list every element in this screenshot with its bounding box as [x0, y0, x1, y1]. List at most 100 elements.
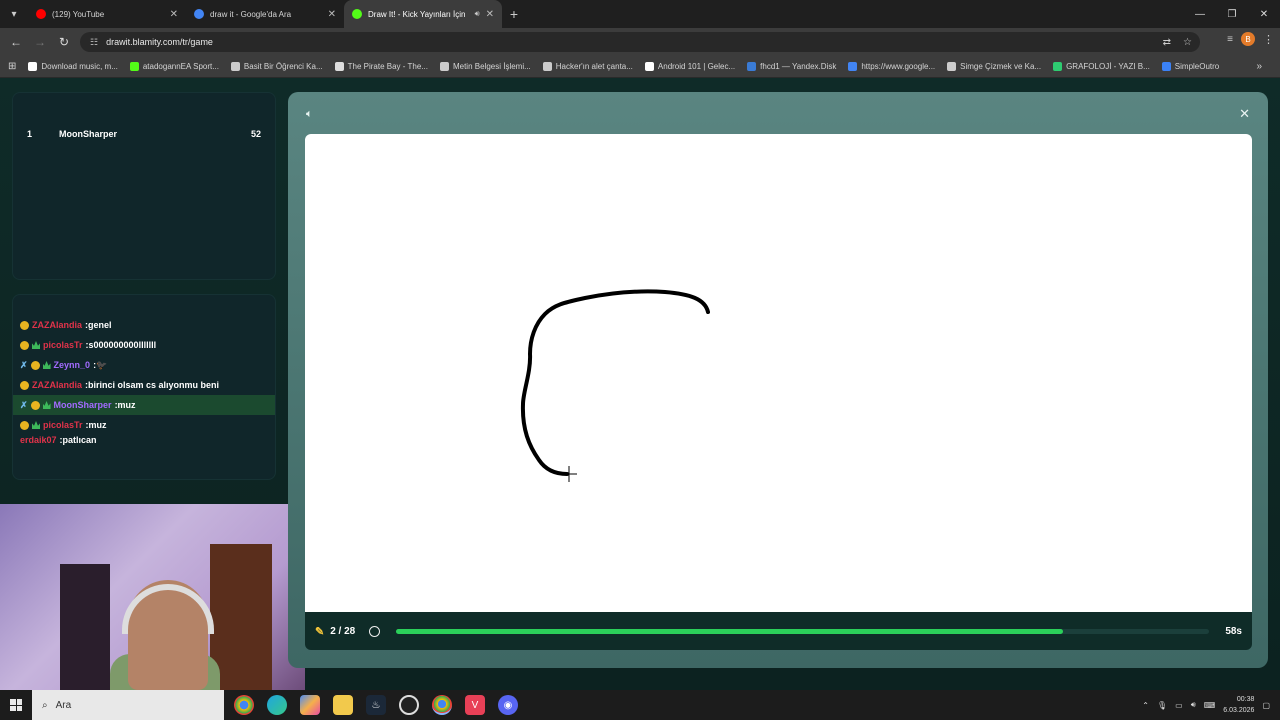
new-tab-button[interactable]: +: [502, 6, 526, 22]
search-placeholder: Ara: [55, 699, 72, 711]
microphone-icon[interactable]: 🎙︎: [1157, 701, 1167, 710]
leaderboard-rank: 1: [27, 129, 33, 139]
media-control-icon[interactable]: ≡: [1227, 34, 1233, 45]
bookmark-favicon-icon: [334, 62, 344, 71]
chrome-icon[interactable]: [234, 695, 254, 715]
drawn-stroke: [520, 289, 710, 476]
coin-badge-icon: [30, 360, 40, 370]
draw-game-modal: 🔈︎ ✕ ✎ 2 / 28 58s: [288, 92, 1268, 668]
copilot-icon[interactable]: [300, 695, 320, 715]
browser-tab[interactable]: (129) YouTube ✕: [28, 0, 186, 28]
chat-text: :birinci olsam cs alıyonmu beni: [85, 380, 220, 390]
chat-text: :s000000000lllllll: [85, 340, 157, 350]
bookmark-item[interactable]: SimpleOutro: [1161, 62, 1220, 71]
chat-username[interactable]: ZAZAlandia: [32, 320, 82, 330]
language-icon[interactable]: ⌨: [1204, 701, 1216, 710]
url-text: drawit.blamity.com/tr/game: [106, 37, 213, 47]
sound-icon[interactable]: 🔈︎: [306, 108, 313, 121]
translate-icon[interactable]: ⇄: [1163, 37, 1171, 48]
drawing-canvas[interactable]: [305, 134, 1252, 612]
reload-icon[interactable]: ↻: [54, 32, 74, 52]
leaderboard-panel: 1 MoonSharper 52: [12, 92, 276, 280]
site-info-icon[interactable]: ☷: [90, 37, 98, 48]
bookmark-label: Basit Bir Öğrenci Ka...: [243, 62, 323, 71]
coin-badge-icon: [20, 340, 29, 350]
notifications-icon[interactable]: ▢: [1262, 701, 1270, 710]
tab-favicon-icon: [352, 9, 362, 19]
close-window-icon[interactable]: ✕: [1248, 0, 1280, 28]
bookmark-item[interactable]: The Pirate Bay - The...: [334, 62, 428, 71]
bookmark-favicon-icon: [1053, 62, 1063, 71]
minimize-icon[interactable]: —: [1184, 0, 1216, 28]
back-icon[interactable]: ←: [6, 32, 26, 52]
headphones-icon: [122, 584, 214, 634]
browser-tab[interactable]: draw it - Google'da Ara ✕: [186, 0, 344, 28]
bookmark-item[interactable]: atadogannEA Sport...: [129, 62, 219, 71]
taskbar-search[interactable]: ⌕ Ara: [32, 690, 224, 720]
bookmark-item[interactable]: https://www.google...: [848, 62, 935, 71]
browser-tab[interactable]: Draw It! - Kick Yayınları İçin 🔊︎ ✕: [344, 0, 502, 28]
taskbar-clock[interactable]: 00:38 6.03.2026: [1223, 694, 1254, 716]
bookmark-item[interactable]: Metin Belgesi İşlemi...: [439, 62, 531, 71]
bookmark-star-icon[interactable]: ☆: [1183, 37, 1192, 48]
tab-close-icon[interactable]: ✕: [486, 9, 494, 20]
bookmark-item[interactable]: Android 101 | Gelec...: [644, 62, 735, 71]
chat-text: :genel: [85, 320, 112, 330]
discord-icon[interactable]: ◉: [498, 695, 518, 715]
bookmark-label: SimpleOutro: [1174, 62, 1220, 71]
bookmark-favicon-icon: [28, 62, 38, 71]
bookmark-label: The Pirate Bay - The...: [347, 62, 428, 71]
tab-close-icon[interactable]: ✕: [328, 9, 336, 20]
tab-close-icon[interactable]: ✕: [170, 9, 178, 20]
valorant-icon[interactable]: V: [465, 695, 485, 715]
chat-username[interactable]: ZAZAlandia: [32, 380, 82, 390]
bookmark-item[interactable]: fhcd1 — Yandex.Disk: [747, 62, 836, 71]
bookmark-favicon-icon: [848, 62, 858, 71]
bookmark-item[interactable]: GRAFOLOJİ - YAZI B...: [1053, 62, 1150, 71]
more-bookmarks-icon[interactable]: »: [1256, 61, 1262, 72]
chat-username[interactable]: Zeynn_0: [54, 360, 91, 370]
chat-username[interactable]: picolasTr: [43, 340, 83, 350]
bookmark-label: Simge Çizmek ve Ka...: [960, 62, 1042, 71]
obs-icon[interactable]: [399, 695, 419, 715]
restore-icon[interactable]: ❐: [1216, 0, 1248, 28]
bookmark-favicon-icon: [129, 62, 139, 71]
bookmark-item[interactable]: Basit Bir Öğrenci Ka...: [230, 62, 323, 71]
bookmark-label: Metin Belgesi İşlemi...: [452, 62, 531, 71]
chat-username[interactable]: erdaik07: [20, 435, 57, 445]
tab-audio-icon[interactable]: 🔊︎: [475, 9, 480, 19]
chrome-active-icon[interactable]: [432, 695, 452, 715]
search-icon: ⌕: [42, 699, 48, 711]
close-icon[interactable]: ✕: [1239, 106, 1250, 122]
tray-overflow-icon[interactable]: ⌃: [1142, 701, 1149, 710]
apps-grid-icon[interactable]: ⊞: [8, 61, 16, 72]
bookmark-favicon-icon: [747, 62, 757, 71]
bookmark-label: Hacker'ın alet çanta...: [555, 62, 633, 71]
bookmark-favicon-icon: [439, 62, 449, 71]
pencil-icon: ✎: [315, 625, 325, 638]
bookmark-label: atadogannEA Sport...: [142, 62, 219, 71]
bookmark-item[interactable]: Hacker'ın alet çanta...: [542, 62, 633, 71]
start-button[interactable]: [0, 690, 32, 720]
chat-username[interactable]: MoonSharper: [54, 400, 112, 410]
bookmark-favicon-icon: [542, 62, 552, 71]
url-bar[interactable]: ☷ drawit.blamity.com/tr/game ⇄ ☆: [80, 32, 1200, 52]
volume-icon[interactable]: 🔊︎: [1191, 700, 1196, 710]
bookmark-item[interactable]: Simge Çizmek ve Ka...: [947, 62, 1041, 71]
chat-username[interactable]: picolasTr: [43, 420, 83, 430]
tab-search-icon[interactable]: ▾: [0, 0, 28, 28]
file-explorer-icon[interactable]: [333, 695, 353, 715]
network-icon[interactable]: ▭: [1175, 701, 1183, 710]
edge-icon[interactable]: [267, 695, 287, 715]
steam-icon[interactable]: ♨: [366, 695, 386, 715]
chat-message: picolasTr:s000000000lllllll: [13, 335, 275, 355]
profile-avatar[interactable]: B: [1241, 32, 1255, 46]
chat-message: picolasTr:muz: [13, 415, 275, 435]
browser-tab-bar: ▾ (129) YouTube ✕ draw it - Google'da Ara ✕…: [0, 0, 1280, 28]
more-menu-icon[interactable]: ⋮: [1263, 33, 1274, 46]
forward-icon[interactable]: →: [30, 32, 50, 52]
bookmark-item[interactable]: Download music, m...: [28, 62, 118, 71]
tab-title: draw it - Google'da Ara: [210, 9, 292, 19]
sword-badge-icon: ✗: [20, 359, 28, 370]
webcam-shelf: [60, 564, 110, 690]
